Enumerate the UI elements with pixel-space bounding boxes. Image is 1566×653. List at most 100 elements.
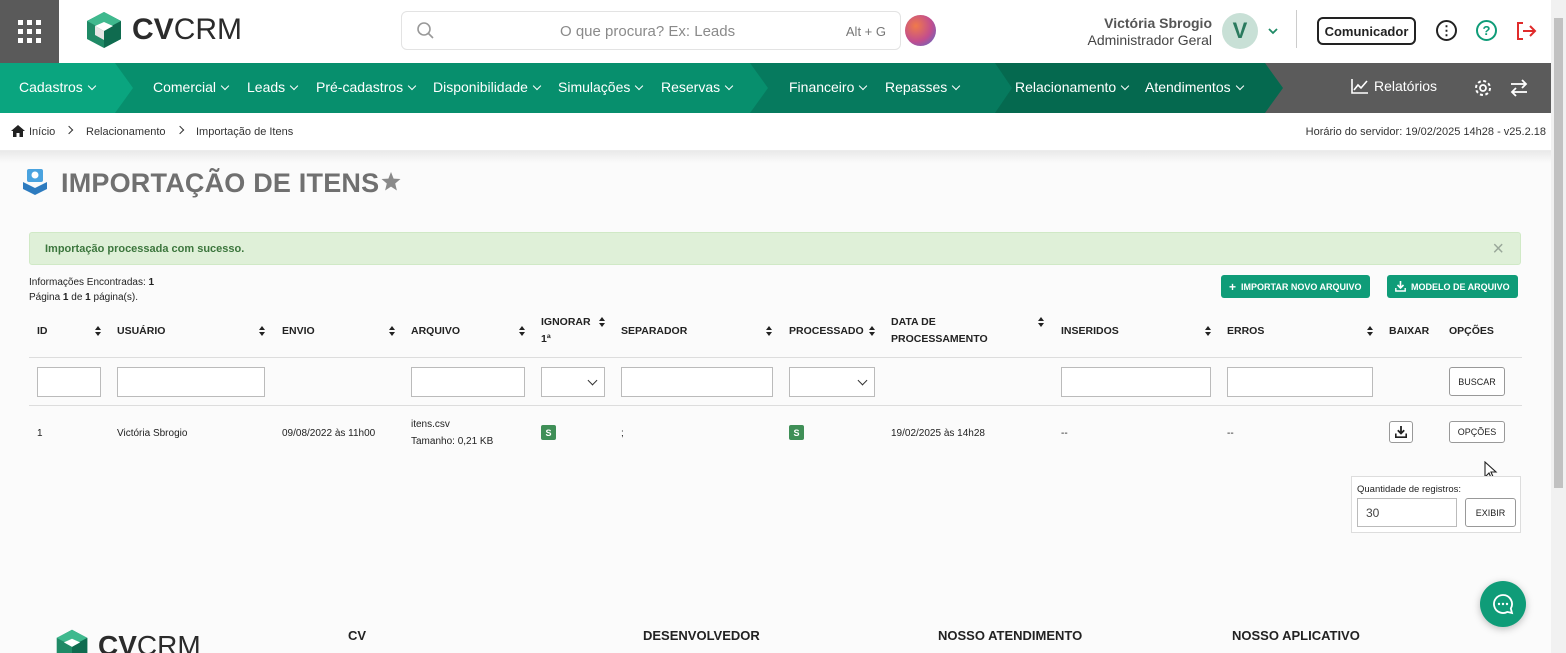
nav-leads[interactable]: Leads xyxy=(247,79,299,95)
cell-separador: ; xyxy=(621,428,624,439)
top-header: CVCRM O que procura? Ex: Leads Alt + G V… xyxy=(0,0,1566,63)
app-root: CVCRM O que procura? Ex: Leads Alt + G V… xyxy=(0,0,1566,653)
user-role: Administrador Geral xyxy=(1087,32,1213,48)
nav-pre-cadastros[interactable]: Pré-cadastros xyxy=(316,79,417,95)
star-icon[interactable] xyxy=(381,172,401,191)
row-options-button[interactable]: OPÇÕES xyxy=(1449,421,1505,443)
nav-reservas[interactable]: Reservas xyxy=(661,79,734,95)
chat-icon xyxy=(1493,594,1514,615)
footer-app-name: CVCRM xyxy=(98,630,201,653)
filter-processado-select[interactable] xyxy=(789,367,875,397)
nav-relacionamento[interactable]: Relacionamento xyxy=(1015,79,1130,95)
scrollbar-thumb[interactable] xyxy=(1554,18,1563,488)
divider xyxy=(1296,10,1297,48)
nav-atendimentos[interactable]: Atendimentos xyxy=(1145,79,1244,95)
grid-icon xyxy=(18,20,41,43)
col-header-ignorar[interactable]: IGNORAR 1ª xyxy=(541,314,591,348)
filter-separador-input[interactable] xyxy=(621,367,773,397)
logout-icon[interactable] xyxy=(1514,20,1538,42)
nav-disponibilidade[interactable]: Disponibilidade xyxy=(433,79,542,95)
sort-icon[interactable] xyxy=(599,317,605,328)
filter-id-input[interactable] xyxy=(37,367,101,397)
nav-relatorios[interactable]: Relatórios xyxy=(1351,78,1437,94)
gear-icon[interactable] xyxy=(1473,78,1493,98)
footer-col-desenvolvedor: DESENVOLVEDOR xyxy=(643,628,760,643)
records-per-page-panel: Quantidade de registros: 30 EXIBIR xyxy=(1351,476,1521,533)
filter-ignorar-select[interactable] xyxy=(541,367,605,397)
avatar[interactable]: V xyxy=(1222,13,1258,49)
help-icon[interactable]: ? xyxy=(1476,20,1497,41)
globe-icon[interactable] xyxy=(905,15,936,46)
sort-icon[interactable] xyxy=(95,326,101,337)
nav-simulacoes[interactable]: Simulações xyxy=(558,79,644,95)
col-header-envio[interactable]: ENVIO xyxy=(282,323,315,340)
col-header-id[interactable]: ID xyxy=(37,323,48,340)
sort-icon[interactable] xyxy=(869,326,875,337)
filter-erros-input[interactable] xyxy=(1227,367,1373,397)
col-header-opcoes: OPÇÕES xyxy=(1449,325,1494,337)
import-new-file-button[interactable]: + IMPORTAR NOVO ARQUIVO xyxy=(1221,275,1370,298)
global-search[interactable]: O que procura? Ex: Leads Alt + G xyxy=(401,11,901,50)
col-header-erros[interactable]: ERROS xyxy=(1227,323,1264,340)
show-button[interactable]: EXIBIR xyxy=(1465,498,1516,527)
nav-cadastros[interactable]: Cadastros xyxy=(19,79,97,95)
nav-financeiro[interactable]: Financeiro xyxy=(789,79,868,95)
col-header-baixar: BAIXAR xyxy=(1389,325,1430,337)
sort-icon[interactable] xyxy=(519,326,525,337)
status-badge: S xyxy=(541,425,556,440)
header-divider xyxy=(29,357,1522,358)
apps-menu-button[interactable] xyxy=(0,0,59,63)
nav-comercial[interactable]: Comercial xyxy=(153,79,230,95)
filter-inseridos-input[interactable] xyxy=(1061,367,1211,397)
filter-usuario-input[interactable] xyxy=(117,367,265,397)
filter-arquivo-input[interactable] xyxy=(411,367,525,397)
breadcrumb-current: Importação de Itens xyxy=(196,126,294,138)
col-header-arquivo[interactable]: ARQUIVO xyxy=(411,323,460,340)
breadcrumb: Início Relacionamento Importação de Iten… xyxy=(0,113,1566,151)
cvcrm-logo-icon xyxy=(56,629,88,653)
breadcrumb-home[interactable]: Início xyxy=(29,126,55,138)
sort-icon[interactable] xyxy=(259,326,265,337)
footer-col-atendimento: NOSSO ATENDIMENTO xyxy=(938,628,1083,643)
search-shortcut: Alt + G xyxy=(845,24,886,39)
search-placeholder: O que procura? Ex: Leads xyxy=(560,23,736,40)
close-icon[interactable]: × xyxy=(1492,238,1504,261)
app-name: CVCRM xyxy=(132,13,243,46)
sort-icon[interactable] xyxy=(389,326,395,337)
download-icon xyxy=(1395,426,1407,438)
pagination-info: Página 1 de 1 página(s). xyxy=(29,292,138,303)
cell-id: 1 xyxy=(37,428,43,439)
records-found: Informações Encontradas: 1 xyxy=(29,277,155,288)
download-button[interactable] xyxy=(1389,421,1413,443)
breadcrumb-relacionamento[interactable]: Relacionamento xyxy=(86,126,166,138)
sort-icon[interactable] xyxy=(1367,326,1373,337)
communicator-button[interactable]: Comunicador xyxy=(1317,17,1416,45)
home-icon[interactable] xyxy=(11,125,25,137)
col-header-data-processamento[interactable]: DATA DE PROCESSAMENTO xyxy=(891,314,988,348)
col-header-separador[interactable]: SEPARADOR xyxy=(621,323,687,340)
user-info[interactable]: Victória Sbrogio Administrador Geral xyxy=(1088,15,1213,48)
col-header-processado[interactable]: PROCESSADO xyxy=(789,323,864,340)
user-name: Victória Sbrogio xyxy=(1104,15,1212,31)
sort-icon[interactable] xyxy=(1205,326,1211,337)
chat-button[interactable] xyxy=(1480,581,1526,627)
col-header-usuario[interactable]: USUÁRIO xyxy=(117,323,165,340)
cell-arquivo-nome[interactable]: itens.csv xyxy=(411,419,450,430)
nav-repasses[interactable]: Repasses xyxy=(885,79,961,95)
records-per-page-input[interactable]: 30 xyxy=(1357,498,1457,527)
main-nav: Cadastros Comercial Leads Pré-cadastros … xyxy=(0,63,1566,113)
app-logo[interactable]: CVCRM xyxy=(84,10,242,50)
file-template-button[interactable]: MODELO DE ARQUIVO xyxy=(1387,275,1518,298)
info-icon[interactable]: ⋮ xyxy=(1436,20,1457,41)
cell-data-processamento: 19/02/2025 às 14h28 xyxy=(891,428,985,439)
chevron-down-icon[interactable] xyxy=(1267,26,1279,36)
records-per-page-label: Quantidade de registros: xyxy=(1357,484,1462,495)
success-alert: Importação processada com sucesso. × xyxy=(29,232,1521,265)
chevron-right-icon xyxy=(175,125,185,135)
col-header-inseridos[interactable]: INSERIDOS xyxy=(1061,323,1119,340)
sort-icon[interactable] xyxy=(766,326,772,337)
swap-icon[interactable] xyxy=(1509,79,1529,97)
sort-icon[interactable] xyxy=(1038,317,1044,328)
search-button[interactable]: BUSCAR xyxy=(1449,367,1505,396)
page-scrollbar[interactable] xyxy=(1551,0,1566,653)
